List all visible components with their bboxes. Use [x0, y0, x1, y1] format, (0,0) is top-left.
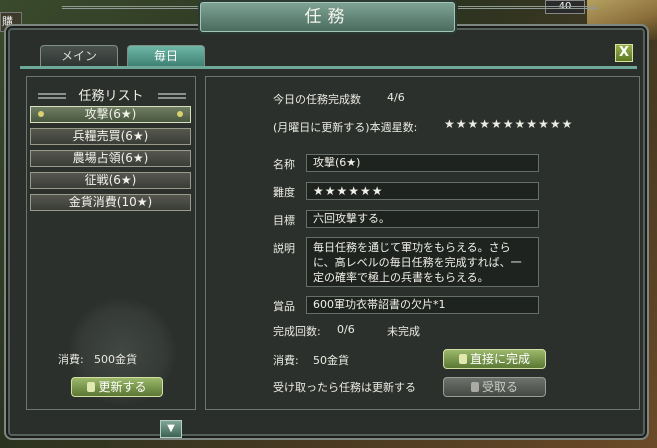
weekly-stars-label: (月曜日に更新する)本週星数: [273, 121, 418, 134]
selected-marker-icon [38, 111, 44, 117]
button-bullet-icon [458, 354, 467, 364]
close-button[interactable]: X [615, 44, 633, 62]
task-item-label: 金貨消費(10★) [68, 195, 153, 209]
difficulty-field: ★★★★★★ [306, 182, 539, 200]
completed-today-value: 4/6 [387, 91, 405, 104]
goal-field: 六回攻撃する。 [306, 210, 539, 228]
completion-count-value: 0/6 [337, 323, 355, 336]
task-item-label: 兵糧売買(6★) [72, 129, 149, 143]
refresh-cost-label: 消費: [58, 353, 84, 366]
task-item-campaign[interactable]: 征戦(6★) [30, 172, 191, 189]
task-item-label: 征戦(6★) [84, 173, 137, 187]
window-title: 任務 [200, 2, 455, 32]
button-bullet-icon [87, 382, 96, 392]
tab-daily[interactable]: 毎日 [127, 45, 205, 67]
task-item-attack[interactable]: 攻撃(6★) [30, 106, 191, 123]
button-bullet-icon [470, 382, 479, 392]
complete-cost-value: 50金貨 [313, 354, 349, 367]
description-label: 説明 [273, 242, 295, 255]
reward-label: 賞品 [273, 300, 295, 313]
list-title-ornament-right [158, 93, 186, 99]
direct-complete-button[interactable]: 直接に完成 [443, 349, 546, 369]
refresh-button[interactable]: 更新する [71, 377, 163, 397]
difficulty-label: 難度 [273, 186, 295, 199]
name-field: 攻撃(6★) [306, 154, 539, 172]
weekly-stars-value: ★★★★★★★★★★★ [444, 117, 574, 131]
receive-button[interactable]: 受取る [443, 377, 546, 397]
task-item-gold-spend[interactable]: 金貨消費(10★) [30, 194, 191, 211]
completed-today-label: 今日の任務完成数 [273, 93, 361, 106]
task-item-label: 攻撃(6★) [84, 107, 137, 121]
completion-count-label: 完成回数: [273, 325, 321, 338]
chevron-down-icon[interactable]: ▼ [160, 420, 182, 438]
refresh-note: 受け取ったら任務は更新する [273, 381, 416, 394]
title-ornament-right [458, 6, 598, 20]
complete-cost-label: 消費: [273, 354, 299, 367]
task-item-trade[interactable]: 兵糧売買(6★) [30, 128, 191, 145]
reward-field: 600軍功衣帯詔書の欠片*1 [306, 296, 539, 314]
tab-divider [20, 66, 637, 69]
name-label: 名称 [273, 158, 295, 171]
title-ornament-left [62, 6, 202, 20]
refresh-cost-value: 500金貨 [94, 353, 137, 366]
selected-marker-icon [177, 111, 183, 117]
receive-button-label: 受取る [481, 380, 518, 394]
description-field: 毎日任務を通じて軍功をもらえる。さらに、高レベルの毎日任務を完成すれば、一定の確… [306, 237, 539, 287]
task-list-title: 任務リスト [78, 89, 144, 104]
task-item-farm[interactable]: 農場占領(6★) [30, 150, 191, 167]
tab-main[interactable]: メイン [40, 45, 118, 67]
goal-label: 目標 [273, 214, 295, 227]
task-item-label: 農場占領(6★) [72, 151, 149, 165]
completion-status: 未完成 [387, 325, 420, 338]
refresh-button-label: 更新する [98, 380, 147, 394]
direct-complete-button-label: 直接に完成 [469, 352, 530, 366]
